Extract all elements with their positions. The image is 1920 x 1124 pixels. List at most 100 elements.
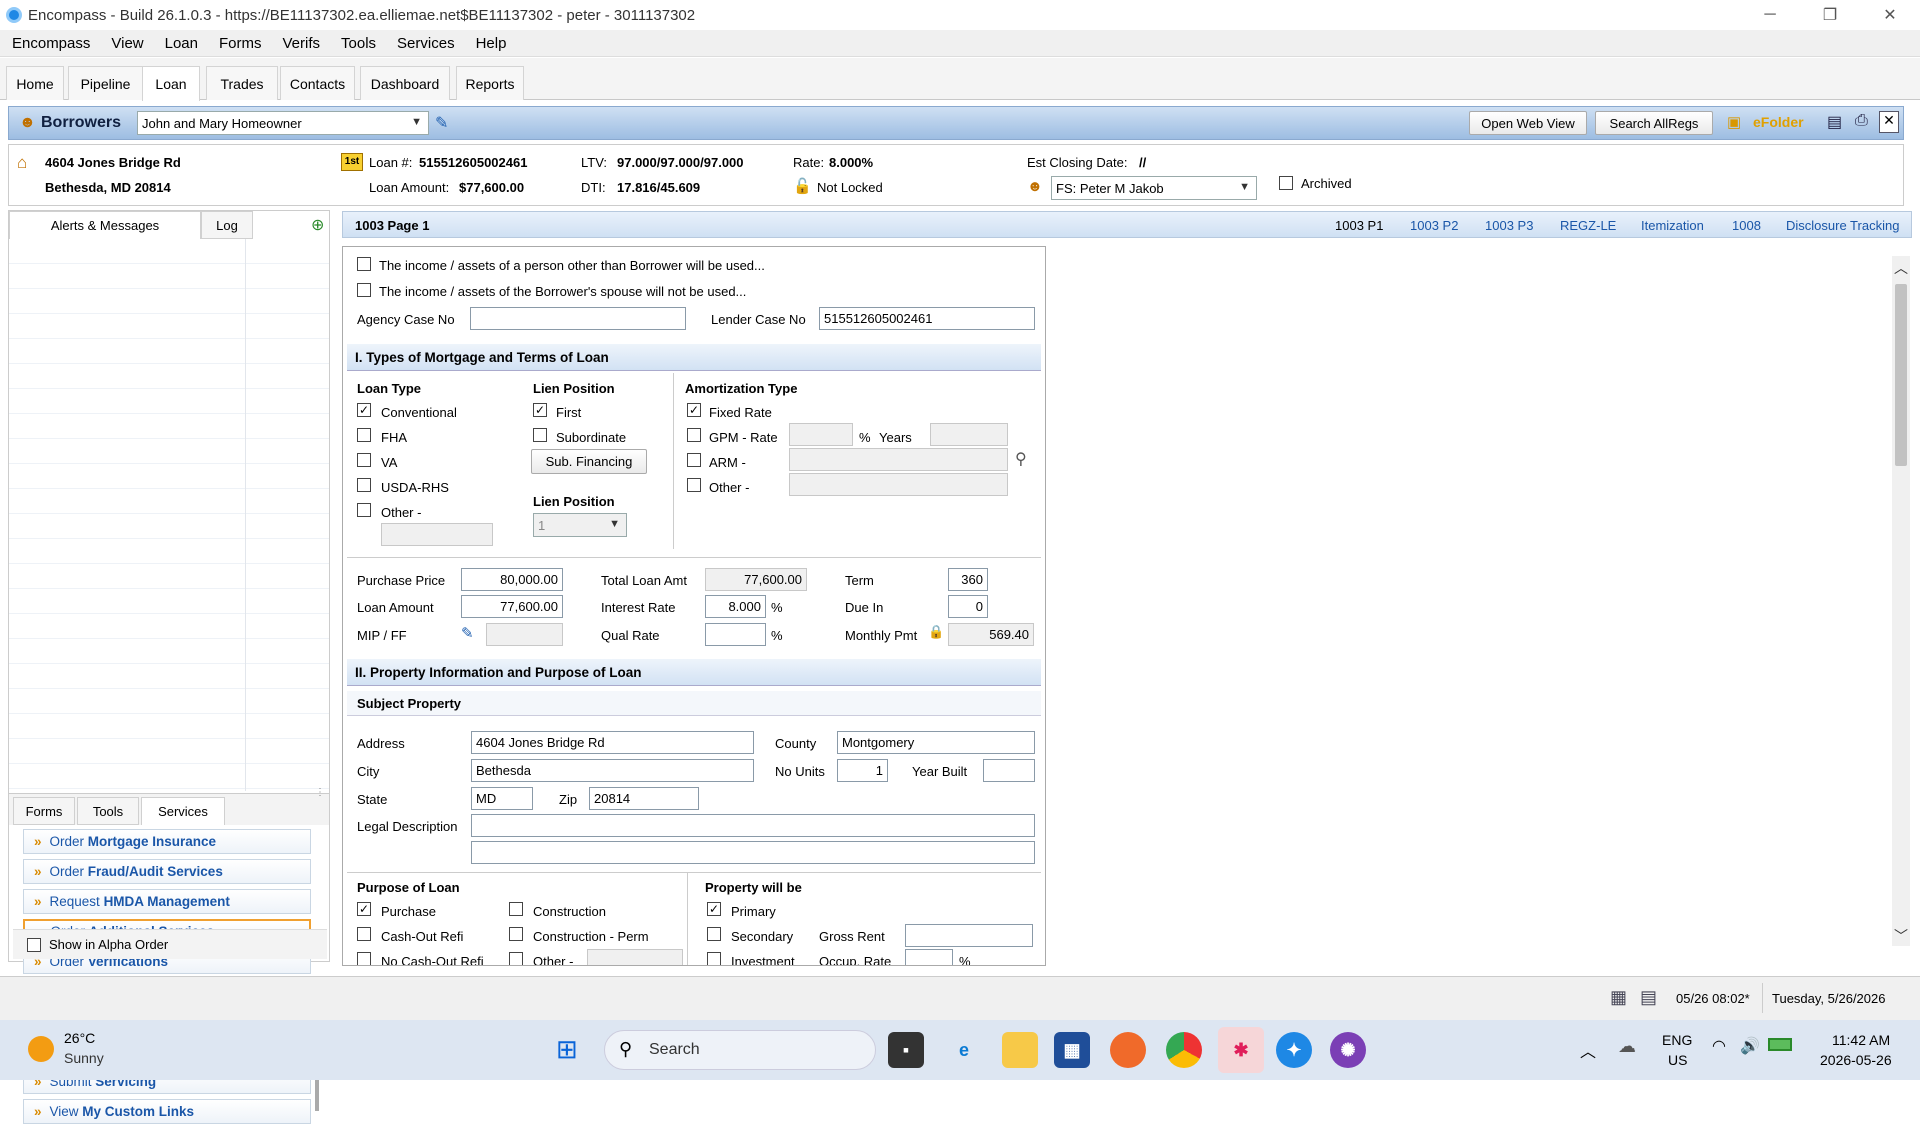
other-purpose-checkbox[interactable] (509, 952, 523, 965)
construction-checkbox[interactable] (509, 902, 523, 916)
task-view-icon[interactable]: ▪ (888, 1032, 924, 1068)
lien-position-select[interactable]: 1 ▼ (533, 513, 627, 537)
print-icon[interactable]: ⎙ (1855, 112, 1868, 130)
minimize-button[interactable]: ─ (1740, 0, 1800, 30)
language-code[interactable]: ENG (1662, 1032, 1692, 1048)
scroll-up-icon[interactable]: ︿ (1894, 258, 1908, 278)
wifi-icon[interactable]: ◠ (1712, 1036, 1726, 1056)
service-link[interactable]: » Request HMDA Management (23, 889, 311, 914)
city-input[interactable]: Bethesda (471, 759, 754, 782)
close-loan-icon[interactable]: ✕ (1879, 111, 1899, 133)
due-in-input[interactable]: 0 (948, 595, 988, 618)
form-link-1003-p1[interactable]: 1003 P1 (1335, 218, 1383, 233)
menu-tools[interactable]: Tools (341, 35, 376, 52)
tab-dashboard[interactable]: Dashboard (360, 66, 450, 100)
other-loan-type-checkbox[interactable] (357, 503, 371, 517)
weather-icon[interactable] (28, 1036, 54, 1062)
no-cash-out-refi-checkbox[interactable] (357, 952, 371, 965)
loan-amount-input[interactable]: 77,600.00 (461, 595, 563, 618)
gpm-rate-input[interactable] (789, 423, 853, 446)
battery-icon[interactable] (1768, 1038, 1792, 1051)
menu-forms[interactable]: Forms (219, 35, 262, 52)
secondary-checkbox[interactable] (707, 927, 721, 941)
scroll-thumb[interactable] (1895, 284, 1907, 466)
app-icon[interactable]: ✺ (1330, 1032, 1366, 1068)
store-icon[interactable]: ▦ (1054, 1032, 1090, 1068)
form-link-1003-p2[interactable]: 1003 P2 (1410, 218, 1458, 233)
efolder-icon[interactable]: ▣ (1727, 113, 1741, 131)
document-icon[interactable]: ▤ (1640, 987, 1657, 1008)
chevron-up-icon[interactable]: ︿ (1580, 1038, 1596, 1062)
occup-rate-input[interactable] (905, 949, 953, 965)
form-link-disclosure-tracking[interactable]: Disclosure Tracking (1786, 218, 1899, 233)
tab-contacts[interactable]: Contacts (280, 66, 355, 100)
restore-button[interactable]: ❐ (1800, 0, 1860, 30)
form-link-1008[interactable]: 1008 (1732, 218, 1761, 233)
legal-description-input-1[interactable] (471, 814, 1035, 837)
service-link[interactable]: » Order Fraud/Audit Services (23, 859, 311, 884)
taskbar-search[interactable]: ⚲ Search (604, 1030, 876, 1070)
other-loan-type-input[interactable] (381, 523, 493, 546)
menu-loan[interactable]: Loan (165, 35, 198, 52)
county-input[interactable]: Montgomery (837, 731, 1035, 754)
total-loan-input[interactable]: 77,600.00 (705, 568, 807, 591)
va-checkbox[interactable] (357, 453, 371, 467)
language-region[interactable]: US (1668, 1052, 1687, 1068)
tab-reports[interactable]: Reports (456, 66, 524, 100)
state-input[interactable]: MD (471, 787, 533, 810)
close-button[interactable]: ✕ (1860, 0, 1920, 30)
lock-icon[interactable]: 🔒 (928, 624, 944, 640)
cloud-icon[interactable]: ☁ (1618, 1036, 1636, 1057)
edge-icon[interactable]: e (946, 1032, 982, 1068)
lender-case-input[interactable]: 515512605002461 (819, 307, 1035, 330)
windows-start-icon[interactable]: ⊞ (556, 1036, 578, 1062)
form-link-itemization[interactable]: Itemization (1641, 218, 1704, 233)
address-input[interactable]: 4604 Jones Bridge Rd (471, 731, 754, 754)
income-other-person-checkbox[interactable] (357, 257, 371, 271)
tab-home[interactable]: Home (6, 66, 64, 100)
fha-checkbox[interactable] (357, 428, 371, 442)
monthly-pmt-input[interactable]: 569.40 (948, 623, 1034, 646)
clock-time[interactable]: 11:42 AM (1832, 1032, 1890, 1048)
tab-pipeline[interactable]: Pipeline (68, 66, 143, 100)
borrower-select[interactable]: John and Mary Homeowner ▼ (137, 111, 429, 135)
lien-subordinate-checkbox[interactable] (533, 428, 547, 442)
alpha-order-checkbox[interactable] (27, 938, 41, 952)
search-allregs-button[interactable]: Search AllRegs (1595, 111, 1713, 135)
term-input[interactable]: 360 (948, 568, 988, 591)
edit-mip-icon[interactable]: ✎ (461, 624, 474, 642)
edit-borrower-icon[interactable]: ✎ (435, 113, 448, 133)
lien-first-checkbox[interactable]: ✓ (533, 403, 547, 417)
chrome-icon[interactable] (1166, 1032, 1202, 1068)
gpm-years-input[interactable] (930, 423, 1008, 446)
gpm-checkbox[interactable] (687, 428, 701, 442)
firefox-icon[interactable] (1110, 1032, 1146, 1068)
menu-verifs[interactable]: Verifs (283, 35, 321, 52)
cash-out-refi-checkbox[interactable] (357, 927, 371, 941)
purchase-price-input[interactable]: 80,000.00 (461, 568, 563, 591)
tab-tools[interactable]: Tools (77, 797, 139, 825)
encompass-icon[interactable]: ✦ (1276, 1032, 1312, 1068)
archived-checkbox[interactable] (1279, 176, 1293, 190)
usda-checkbox[interactable] (357, 478, 371, 492)
efolder-button[interactable]: eFolder (1753, 114, 1804, 130)
file-explorer-icon[interactable] (1002, 1032, 1038, 1068)
menu-view[interactable]: View (111, 35, 143, 52)
menu-encompass[interactable]: Encompass (12, 35, 90, 52)
primary-checkbox[interactable]: ✓ (707, 902, 721, 916)
other-amort-checkbox[interactable] (687, 478, 701, 492)
file-starter-select[interactable]: FS: Peter M Jakob ▼ (1051, 176, 1257, 200)
menu-help[interactable]: Help (476, 35, 507, 52)
splitter-handle[interactable]: ⋮ (315, 787, 325, 807)
open-web-view-button[interactable]: Open Web View (1469, 111, 1587, 135)
mip-ff-input[interactable] (486, 623, 563, 646)
no-units-input[interactable]: 1 (837, 759, 888, 782)
tab-services[interactable]: Services (141, 797, 225, 825)
fixed-rate-checkbox[interactable]: ✓ (687, 403, 701, 417)
zip-input[interactable]: 20814 (589, 787, 699, 810)
service-link[interactable]: » View My Custom Links (23, 1099, 311, 1124)
calculator-icon[interactable]: ▦ (1610, 987, 1627, 1008)
tab-alerts-messages[interactable]: Alerts & Messages (9, 211, 201, 239)
tab-trades[interactable]: Trades (206, 66, 278, 100)
form-scrollbar[interactable]: ︿ ﹀ (1892, 256, 1910, 946)
